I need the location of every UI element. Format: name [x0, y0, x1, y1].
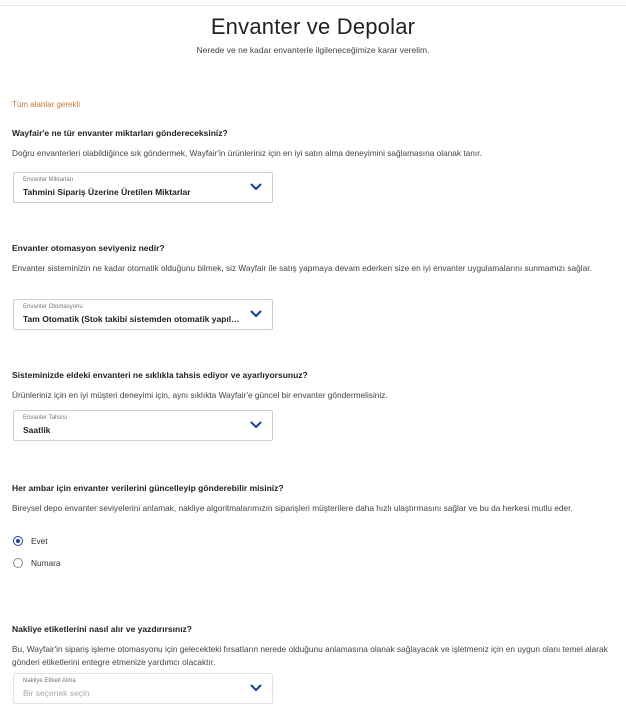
inventory-allocation-select[interactable]: Envanter Tahsisi Saatlik	[13, 410, 273, 441]
top-divider	[0, 5, 626, 6]
inventory-automation-select[interactable]: Envanter Otomasyonu Tam Otomatik (Stok t…	[13, 299, 273, 330]
select-label: Envanter Otomasyonu	[23, 304, 83, 310]
select-label: Envanter Tahsisi	[23, 415, 67, 421]
chevron-down-icon	[250, 684, 262, 691]
question-inventory-allocation: Sisteminizde eldeki envanteri ne sıklıkl…	[12, 370, 308, 380]
description-warehouse-inventory: Bireysel depo envanter seviyelerini anla…	[12, 503, 573, 513]
description-inventory-automation: Envanter sisteminizin ne kadar otomatik …	[12, 263, 592, 273]
chevron-down-icon	[250, 310, 262, 317]
select-value: Tahmini Sipariş Üzerine Üretilen Miktarl…	[23, 187, 191, 197]
required-fields-note: Tüm alanlar gerekli	[12, 100, 81, 109]
description-inventory-allocation: Ürünleriniz için en iyi müşteri deneyimi…	[12, 390, 388, 400]
radio-selected-icon[interactable]	[13, 536, 23, 546]
radio-label: Numara	[31, 558, 61, 568]
select-value: Saatlik	[23, 425, 51, 435]
description-inventory-quantities: Doğru envanterleri olabildiğince sık gön…	[12, 148, 482, 158]
shipping-labels-select[interactable]: Nakliye Etiketi Alma Bir seçenek seçin	[13, 673, 273, 704]
select-label: Nakliye Etiketi Alma	[23, 678, 76, 684]
question-inventory-automation: Envanter otomasyon seviyeniz nedir?	[12, 243, 165, 253]
question-shipping-labels: Nakliye etiketlerini nasıl alır ve yazdı…	[12, 624, 192, 634]
select-placeholder: Bir seçenek seçin	[23, 688, 90, 698]
inventory-quantities-select[interactable]: Envanter Miktarları Tahmini Sipariş Üzer…	[13, 172, 273, 203]
question-warehouse-inventory: Her ambar için envanter verilerini günce…	[12, 483, 284, 493]
select-label: Envanter Miktarları	[23, 177, 74, 183]
radio-label: Evet	[31, 536, 48, 546]
chevron-down-icon	[250, 183, 262, 190]
page-title: Envanter ve Depolar	[210, 14, 416, 39]
page-subtitle: Nerede ve ne kadar envanterle ilgilenece…	[196, 45, 430, 55]
select-value: Tam Otomatik (Stok takibi sistemden otom…	[23, 314, 241, 324]
question-inventory-quantities: Wayfair'e ne tür envanter miktarları gön…	[12, 128, 228, 138]
description-shipping-labels: Bu, Wayfair'in sipariş işleme otomasyonu…	[12, 644, 608, 667]
chevron-down-icon	[250, 421, 262, 428]
radio-unselected-icon[interactable]	[13, 558, 23, 568]
